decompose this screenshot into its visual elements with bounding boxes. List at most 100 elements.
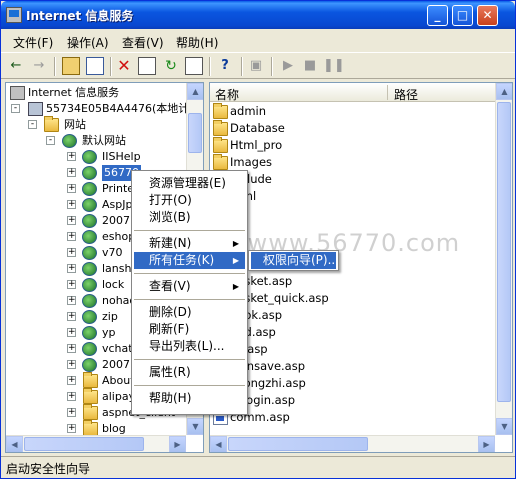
- expand-icon[interactable]: +: [67, 200, 76, 209]
- tree-item-label: About: [102, 374, 135, 387]
- collapse-icon[interactable]: -: [11, 104, 20, 113]
- export-icon[interactable]: [185, 57, 203, 75]
- expand-icon[interactable]: +: [67, 312, 76, 321]
- computer-icon: [28, 102, 43, 116]
- toolbar: ← → ✕ ↻ ? ▣ ▶ ■ ❚❚: [1, 52, 515, 79]
- expand-icon[interactable]: +: [67, 408, 76, 417]
- menu-item-new-label: 新建(N): [149, 236, 192, 250]
- expand-icon[interactable]: +: [67, 184, 76, 193]
- stop-icon[interactable]: ■: [301, 57, 319, 75]
- properties-icon[interactable]: [138, 57, 156, 75]
- web-app-icon: [82, 326, 97, 340]
- expand-icon[interactable]: +: [67, 264, 76, 273]
- menu-item-explore[interactable]: 资源管理器(E): [134, 175, 245, 192]
- scroll-thumb[interactable]: [24, 437, 144, 451]
- iis-app-icon: [6, 7, 22, 23]
- web-app-icon: [82, 230, 97, 244]
- folder-icon: [83, 372, 98, 388]
- menu-item-open[interactable]: 打开(O): [134, 192, 245, 209]
- expand-icon[interactable]: +: [67, 424, 76, 433]
- list-horizontal-scrollbar[interactable]: ◀ ▶: [210, 435, 495, 452]
- tree-default-site-label: 默认网站: [82, 134, 126, 147]
- tree-horizontal-scrollbar[interactable]: ◀ ▶: [6, 435, 186, 452]
- expand-icon[interactable]: +: [67, 152, 76, 161]
- back-icon[interactable]: ←: [7, 57, 25, 75]
- delete-icon[interactable]: ✕: [115, 57, 133, 75]
- column-header-path[interactable]: 路径: [394, 86, 418, 103]
- menu-item-properties[interactable]: 属性(R): [134, 364, 245, 381]
- menu-view[interactable]: 查看(V): [122, 34, 164, 51]
- toolbar-separator: [110, 57, 112, 76]
- expand-icon[interactable]: +: [67, 360, 76, 369]
- up-folder-icon[interactable]: [62, 57, 80, 75]
- scroll-right-icon[interactable]: ▶: [478, 436, 495, 452]
- menu-item-new[interactable]: 新建(N) ▶: [134, 235, 245, 252]
- menu-item-delete[interactable]: 删除(D): [134, 304, 245, 321]
- menu-item-refresh[interactable]: 刷新(F): [134, 321, 245, 338]
- menu-action[interactable]: 操作(A): [67, 34, 109, 51]
- maximize-button[interactable]: □: [452, 5, 473, 26]
- list-item-label: admin: [230, 104, 267, 118]
- menu-item-browse[interactable]: 浏览(B): [134, 209, 245, 226]
- folder-icon: [213, 137, 228, 153]
- collapse-icon[interactable]: -: [46, 136, 55, 145]
- scroll-right-icon[interactable]: ▶: [169, 436, 186, 452]
- scroll-thumb[interactable]: [188, 113, 202, 153]
- tree-item-label: v70: [102, 246, 123, 259]
- computer-icon[interactable]: ▣: [247, 57, 265, 75]
- tree-server-label: 55734E05B4A4476(本地计算机): [46, 102, 204, 115]
- expand-icon[interactable]: +: [67, 328, 76, 337]
- scroll-left-icon[interactable]: ◀: [6, 436, 23, 452]
- scroll-thumb[interactable]: [497, 102, 511, 402]
- menu-item-all-tasks[interactable]: 所有任务(K) ▶: [134, 252, 245, 269]
- folder-icon: [213, 120, 228, 136]
- menu-help[interactable]: 帮助(H): [176, 34, 218, 51]
- folder-icon: [213, 103, 228, 119]
- expand-icon[interactable]: +: [67, 296, 76, 305]
- expand-icon[interactable]: +: [67, 168, 76, 177]
- tree-item-label: IISHelp: [102, 150, 141, 163]
- status-text: 启动安全性向导: [6, 462, 91, 476]
- title-bar[interactable]: Internet 信息服务 _ □ ✕: [1, 1, 515, 29]
- folder-icon: [83, 388, 98, 404]
- menu-item-permissions-wizard[interactable]: 权限向导(P)...: [251, 252, 339, 269]
- column-divider[interactable]: [387, 85, 388, 100]
- menu-item-help[interactable]: 帮助(H): [134, 390, 245, 407]
- forward-icon[interactable]: →: [30, 57, 48, 75]
- menu-separator: [134, 273, 245, 274]
- expand-icon[interactable]: +: [67, 392, 76, 401]
- pause-icon[interactable]: ❚❚: [323, 57, 345, 75]
- web-app-icon: [82, 294, 97, 308]
- scroll-up-icon[interactable]: ▲: [496, 83, 512, 100]
- refresh-icon[interactable]: ↻: [162, 57, 180, 75]
- menu-item-view[interactable]: 查看(V) ▶: [134, 278, 245, 295]
- scroll-up-icon[interactable]: ▲: [187, 83, 203, 100]
- scroll-down-icon[interactable]: ▼: [187, 418, 203, 435]
- close-button[interactable]: ✕: [477, 5, 498, 26]
- scroll-left-icon[interactable]: ◀: [210, 436, 227, 452]
- web-app-icon: [82, 166, 97, 180]
- expand-icon[interactable]: +: [67, 344, 76, 353]
- expand-icon[interactable]: +: [67, 248, 76, 257]
- show-tree-icon[interactable]: [86, 57, 104, 75]
- menu-item-export-list[interactable]: 导出列表(L)...: [134, 338, 245, 355]
- play-icon[interactable]: ▶: [279, 57, 297, 75]
- submenu-arrow-icon: ▶: [232, 282, 239, 291]
- column-header-name[interactable]: 名称: [215, 86, 239, 103]
- tree-root-label: Internet 信息服务: [28, 86, 120, 99]
- collapse-icon[interactable]: -: [28, 120, 37, 129]
- expand-icon[interactable]: +: [67, 216, 76, 225]
- scroll-down-icon[interactable]: ▼: [496, 418, 512, 435]
- help-icon[interactable]: ?: [216, 57, 234, 75]
- web-app-icon: [82, 262, 97, 276]
- expand-icon[interactable]: +: [67, 232, 76, 241]
- minimize-button[interactable]: _: [427, 5, 448, 26]
- list-vertical-scrollbar[interactable]: ▲ ▼: [495, 83, 512, 435]
- tree-item-label: yp: [102, 326, 116, 339]
- expand-icon[interactable]: +: [67, 376, 76, 385]
- folder-icon: [83, 404, 98, 420]
- expand-icon[interactable]: +: [67, 280, 76, 289]
- folder-icon: [213, 154, 228, 170]
- scroll-thumb[interactable]: [228, 437, 368, 451]
- menu-file[interactable]: 文件(F): [13, 34, 53, 51]
